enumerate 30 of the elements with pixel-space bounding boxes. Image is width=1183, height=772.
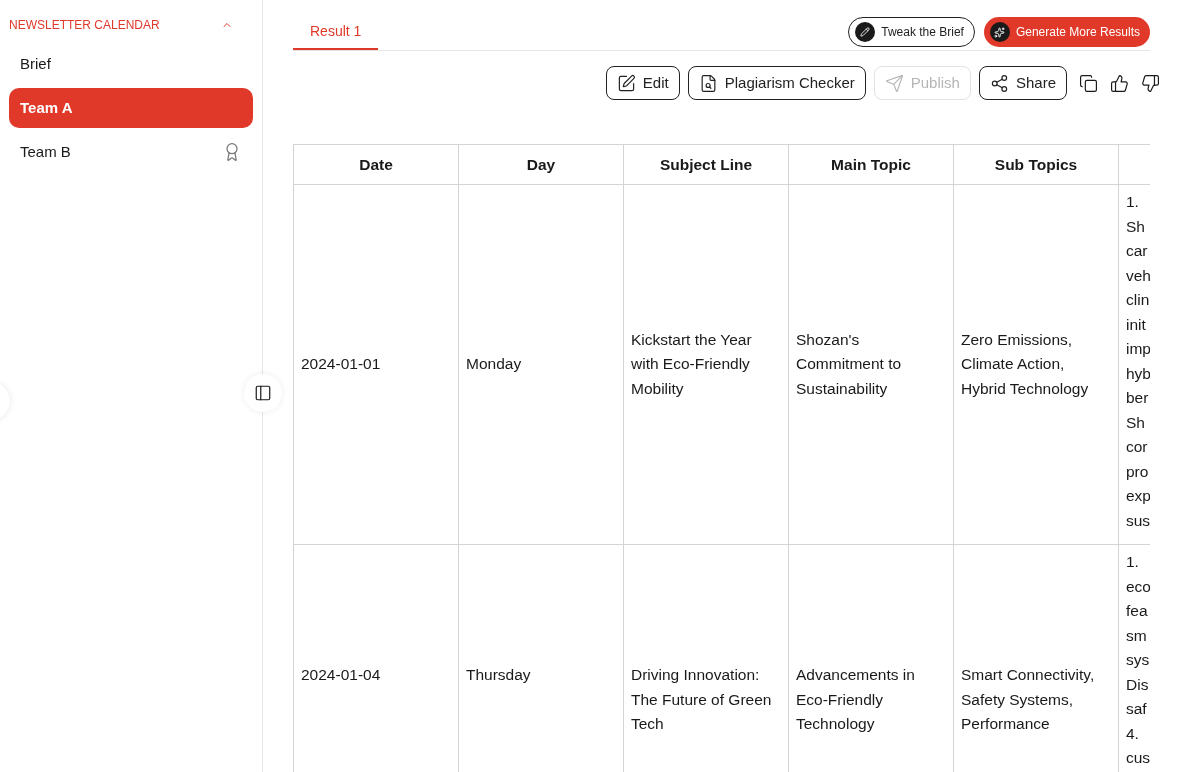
section-title: NEWSLETTER CALENDAR — [9, 17, 160, 34]
share-icon — [989, 73, 1009, 93]
column-header: Subject Line — [623, 144, 789, 185]
panel-icon — [254, 384, 272, 402]
sparkles-icon — [989, 22, 1010, 42]
sidebar-item[interactable]: Team B — [9, 132, 253, 172]
column-header: Main Topic — [788, 144, 954, 185]
edit-button[interactable]: Edit — [605, 66, 680, 100]
table-cell: Shozan's Commitment to Sustainability — [788, 184, 954, 545]
pencil-icon — [855, 22, 876, 42]
column-header: Day — [458, 144, 624, 185]
paper-plane-icon — [884, 73, 904, 93]
table-cell: Monday — [458, 184, 624, 545]
sidebar-item[interactable]: Team A — [9, 88, 253, 128]
table-cell: 2024-01-04 — [293, 544, 459, 772]
result-tab[interactable]: Result 1 — [293, 21, 379, 50]
edit-icon — [616, 73, 636, 93]
share-button[interactable]: Share — [978, 66, 1067, 100]
plagiarism-button[interactable]: Plagiarism Checker — [687, 66, 866, 100]
column-header: Date — [293, 144, 459, 185]
panel-toggle-button[interactable] — [244, 374, 282, 412]
thumbs-down-icon[interactable] — [1141, 73, 1160, 93]
table-cell: Zero Emissions, Climate Action, Hybrid Technology — [953, 184, 1119, 545]
generate-button[interactable]: Generate More Results — [983, 17, 1150, 47]
copy-icon[interactable] — [1079, 73, 1098, 93]
thumbs-up-icon[interactable] — [1110, 73, 1129, 93]
table-cell: Kickstart the Year with Eco-Friendly Mobility — [623, 184, 789, 545]
sidebar-item[interactable]: Brief — [9, 44, 253, 84]
table-cell: 2024-01-01 — [293, 184, 459, 545]
column-header: Sub Topics — [953, 144, 1119, 185]
